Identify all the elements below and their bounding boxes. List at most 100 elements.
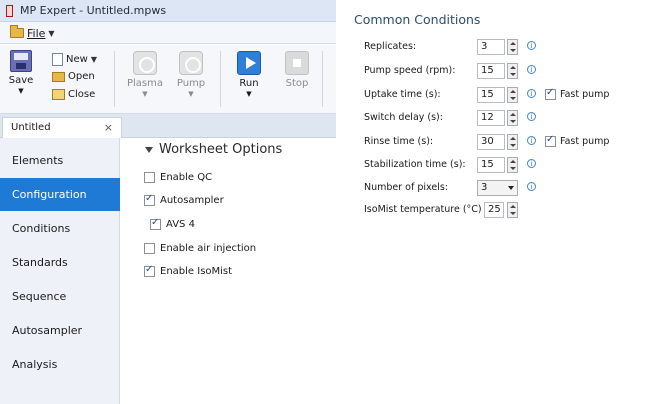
info-icon[interactable]: i — [527, 89, 536, 98]
replicates-spinner[interactable] — [507, 39, 518, 55]
info-icon[interactable]: i — [527, 136, 536, 145]
file-menu[interactable]: File ▼ — [10, 25, 55, 41]
ribbon-divider — [220, 51, 221, 107]
conditions-title: Common Conditions — [354, 12, 481, 27]
sidebar-item-autosampler[interactable]: Autosampler — [0, 314, 120, 347]
ribbon-divider — [114, 51, 115, 107]
play-icon — [237, 51, 261, 75]
isomist-temperature-input[interactable]: 25 — [484, 202, 504, 218]
autosampler-checkbox[interactable] — [144, 193, 155, 206]
uptake-time-spinner[interactable] — [507, 87, 518, 103]
pump-speed-input[interactable]: 15 — [477, 63, 505, 79]
pump-icon — [179, 51, 203, 75]
close-label: Close — [68, 89, 96, 100]
option-autosampler[interactable]: Autosampler — [144, 193, 224, 206]
chevron-down-icon: ▼ — [90, 55, 97, 64]
switch-delay-spinner[interactable] — [507, 110, 518, 126]
plasma-button[interactable]: Plasma ▼ — [127, 51, 164, 98]
document-tab-bar: Untitled × — [0, 114, 336, 138]
condition-row-pump-speed: Pump speed (rpm): 15 i — [364, 63, 649, 81]
info-icon[interactable]: i — [527, 65, 536, 74]
file-menu-label: File — [27, 26, 46, 40]
document-tab-label: Untitled — [11, 122, 51, 133]
condition-row-number-of-pixels: Number of pixels: 3 i — [364, 180, 649, 198]
open-button[interactable]: Open — [52, 71, 95, 82]
sidebar-item-elements[interactable]: Elements — [0, 144, 120, 177]
common-conditions-panel: Common Conditions Replicates: 3 i Pump s… — [344, 0, 652, 404]
save-button[interactable]: Save ▼ — [8, 50, 34, 95]
stabilization-time-spinner[interactable] — [507, 157, 518, 173]
sidebar-item-sequence[interactable]: Sequence — [0, 280, 120, 313]
sidebar-nav: Elements Configuration Conditions Standa… — [0, 138, 120, 404]
stabilization-time-input[interactable]: 15 — [477, 157, 505, 173]
pump-speed-label: Pump speed (rpm): — [364, 65, 456, 76]
replicates-label: Replicates: — [364, 41, 417, 52]
chevron-down-icon: ▼ — [142, 90, 148, 98]
plasma-label: Plasma — [127, 78, 164, 89]
option-enable-air-injection[interactable]: Enable air injection — [144, 243, 256, 254]
isomist-temperature-spinner[interactable] — [507, 202, 518, 218]
isomist-label: Enable IsoMist — [160, 266, 233, 277]
plasma-icon — [133, 51, 157, 75]
pump-label: Pump — [176, 78, 206, 89]
air-injection-checkbox[interactable] — [144, 243, 155, 254]
enable-qc-label: Enable QC — [160, 172, 213, 183]
rinse-fast-pump-label: Fast pump — [560, 136, 610, 147]
avs4-label: AVS 4 — [166, 219, 195, 230]
enable-qc-checkbox[interactable] — [144, 172, 155, 183]
replicates-input[interactable]: 3 — [477, 39, 505, 55]
number-of-pixels-value: 3 — [481, 182, 488, 193]
pump-speed-spinner[interactable] — [507, 63, 518, 79]
new-label: New — [66, 54, 88, 65]
option-avs4[interactable]: AVS 4 — [150, 217, 195, 230]
rinse-fast-pump-option[interactable]: Fast pump — [545, 134, 610, 147]
run-label: Run — [239, 78, 259, 89]
new-document-icon — [52, 53, 63, 66]
chevron-down-icon: ▼ — [246, 90, 252, 98]
run-button[interactable]: Run ▼ — [234, 51, 264, 98]
menu-bar: File ▼ — [0, 22, 336, 44]
ribbon-divider — [322, 51, 323, 107]
rinse-time-input[interactable]: 30 — [477, 134, 505, 150]
new-button[interactable]: New ▼ — [52, 53, 97, 66]
chevron-down-icon: ▼ — [188, 90, 194, 98]
pump-button[interactable]: Pump ▼ — [176, 51, 206, 98]
app-window: MP Expert - Untitled.mpws File ▼ Save ▼ … — [0, 0, 336, 404]
uptake-fast-pump-checkbox[interactable] — [545, 87, 556, 100]
info-icon[interactable]: i — [527, 41, 536, 50]
sidebar-item-configuration[interactable]: Configuration — [0, 178, 120, 211]
close-button[interactable]: Close — [52, 89, 95, 100]
sidebar-item-conditions[interactable]: Conditions — [0, 212, 120, 245]
info-icon[interactable]: i — [527, 182, 536, 191]
condition-row-replicates: Replicates: 3 i — [364, 39, 649, 57]
stop-icon — [285, 51, 309, 75]
avs4-checkbox[interactable] — [150, 217, 161, 230]
open-label: Open — [68, 71, 95, 82]
close-folder-icon — [52, 89, 65, 100]
option-enable-qc[interactable]: Enable QC — [144, 172, 212, 183]
stabilization-time-label: Stabilization time (s): — [364, 159, 466, 170]
worksheet-options-title: Worksheet Options — [159, 142, 283, 157]
rinse-fast-pump-checkbox[interactable] — [545, 134, 556, 147]
number-of-pixels-select[interactable]: 3 — [477, 180, 518, 196]
number-of-pixels-label: Number of pixels: — [364, 182, 448, 193]
chevron-down-icon — [508, 186, 514, 190]
close-icon[interactable]: × — [104, 121, 113, 134]
stop-label: Stop — [285, 78, 309, 89]
switch-delay-input[interactable]: 12 — [477, 110, 505, 126]
uptake-fast-pump-option[interactable]: Fast pump — [545, 87, 609, 100]
info-icon[interactable]: i — [527, 159, 536, 168]
uptake-time-input[interactable]: 15 — [477, 87, 505, 103]
rinse-time-spinner[interactable] — [507, 134, 518, 150]
open-folder-icon — [52, 71, 65, 82]
sidebar-item-standards[interactable]: Standards — [0, 246, 120, 279]
app-icon — [6, 5, 13, 17]
isomist-checkbox[interactable] — [144, 264, 155, 277]
document-tab[interactable]: Untitled × — [2, 117, 122, 138]
sidebar-item-analysis[interactable]: Analysis — [0, 348, 120, 381]
condition-row-isomist-temperature: IsoMist temperature (°C) 25 — [364, 202, 649, 220]
stop-button[interactable]: Stop — [282, 51, 312, 89]
option-enable-isomist[interactable]: Enable IsoMist — [144, 264, 233, 277]
worksheet-options-header[interactable]: Worksheet Options — [145, 142, 282, 157]
info-icon[interactable]: i — [527, 112, 536, 121]
